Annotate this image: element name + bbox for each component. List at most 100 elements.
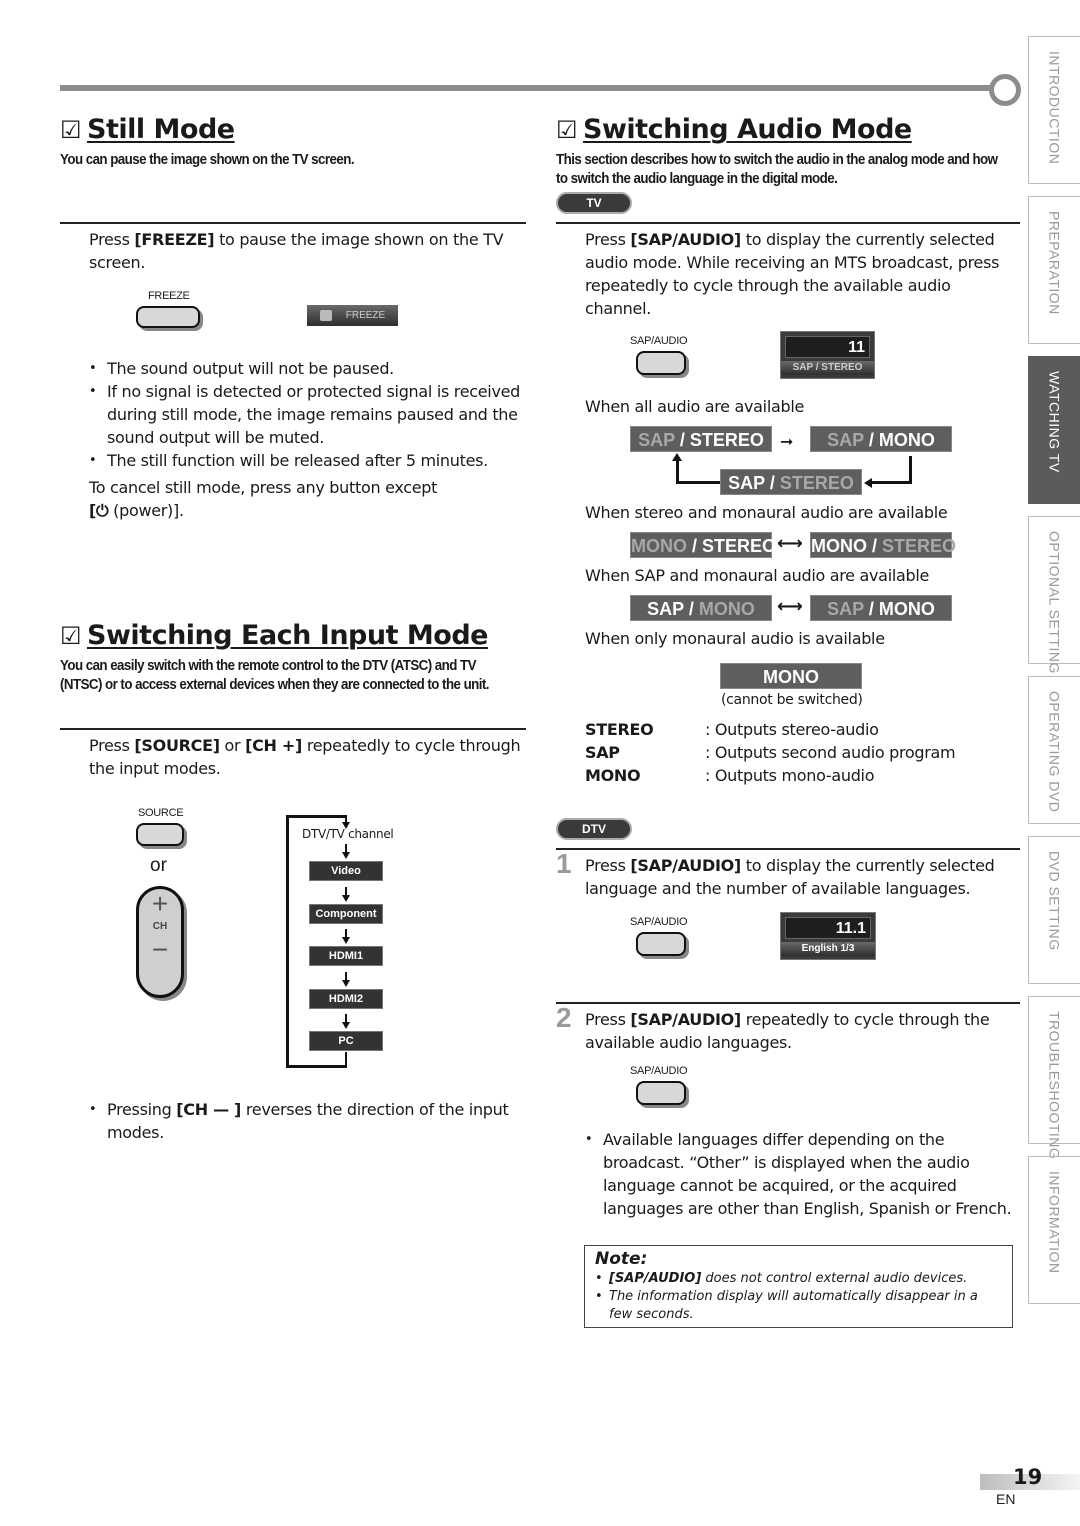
audio-mode-heading: ☑ Switching Audio Mode [556,114,912,145]
cycle-line-left [676,458,720,484]
freeze-button-label: FREEZE [148,290,190,302]
case-mono-only: When only monaural audio is available [585,629,885,648]
source-remote-button[interactable] [136,823,184,846]
list-item: Pressing [CH — ] reverses the direction … [89,1098,529,1144]
flow-step-dtv-tv-channel: DTV/TV channel [302,827,394,841]
arrow-down-icon [342,852,350,859]
source-button-label: SOURCE [138,807,184,819]
dtv-mode-badge: DTV [556,818,632,840]
side-tab-troubleshooting[interactable]: TROUBLESHOOTING [1028,996,1080,1159]
case-sap-mono: When SAP and monaural audio are availabl… [585,566,930,585]
still-mode-subtitle: You can pause the image shown on the TV … [60,152,355,168]
checkbox-icon: ☑ [60,622,82,650]
side-tab-information[interactable]: INFORMATION [1028,1156,1080,1304]
audio-osd: 11 SAP / STEREO [780,331,875,379]
audio-legend: STEREO: Outputs stereo-audio SAP: Output… [585,718,1005,787]
note-item: [SAP/AUDIO] does not control external au… [595,1270,1002,1288]
page-number: 19 [1013,1465,1043,1489]
flow-arrow-stem [345,1052,347,1068]
divider [556,1002,1020,1004]
note-item: The information display will automatical… [595,1288,1002,1324]
flow-step-box: HDMI1 [309,946,383,966]
arrow-down-icon [342,894,350,902]
side-tab-operating-dvd[interactable]: OPERATING DVD [1028,676,1080,824]
side-tab-watching-tv[interactable]: WATCHING TV [1028,356,1080,504]
sap-audio-remote-button[interactable] [636,351,686,375]
divider [60,222,526,224]
pause-icon [319,309,332,321]
channel-rocker-button[interactable]: + CH − [136,886,184,998]
side-tab-optional-setting[interactable]: OPTIONAL SETTING [1028,516,1080,674]
osd-sap-stereo-sap-selected: SAP / STEREO [630,426,772,452]
dtv-notes: Available languages differ depending on … [585,1128,1017,1220]
or-label: or [150,855,167,876]
list-item: Available languages differ depending on … [585,1128,1017,1220]
input-mode-subtitle: You can easily switch with the remote co… [60,658,490,693]
arrow-down-icon [342,937,350,944]
arrow-right-icon: ➞ [780,432,794,451]
step-number-2: 2 [556,1002,572,1033]
header-circle-ornament [989,74,1021,106]
legend-row: MONO: Outputs mono-audio [585,766,875,785]
still-mode-heading: ☑ Still Mode [60,114,235,145]
side-tab-preparation[interactable]: PREPARATION [1028,196,1080,344]
divider [556,222,1020,224]
checkbox-icon: ☑ [556,116,578,144]
sap-audio-button-label: SAP/AUDIO [630,1065,688,1077]
note-list: [SAP/AUDIO] does not control external au… [595,1270,1002,1324]
cycle-line-right [870,456,912,484]
osd-sap-mono-sap-selected: SAP / MONO [630,595,772,621]
side-tab-dvd-setting[interactable]: DVD SETTING [1028,836,1080,984]
osd-sap-mono: SAP / MONO [810,426,952,452]
osd-mono-stereo-mono-selected: MONO / STEREO [810,532,956,558]
dtv-step-1: Press [SAP/AUDIO] to display the current… [585,856,995,898]
still-mode-step: Press [FREEZE] to pause the image shown … [89,230,504,272]
audio-mode-subtitle: This section describes how to switch the… [556,152,998,187]
input-mode-notes: Pressing [CH — ] reverses the direction … [89,1098,529,1144]
osd-sap-stereo-stereo-selected: SAP / STEREO [720,469,862,495]
header-rule [60,85,990,91]
arrow-both-icon: ⟷ [777,533,803,554]
ch-plus-icon[interactable]: + [139,889,181,919]
list-item: The still function will be released afte… [89,449,529,472]
input-mode-step: Press [SOURCE] or [CH +] repeatedly to c… [89,736,521,778]
flow-step-box: PC [309,1031,383,1051]
checkbox-icon: ☑ [60,116,82,144]
freeze-remote-button[interactable] [136,306,200,328]
arrow-up-icon [672,453,682,461]
osd-mono-only: MONO [720,663,862,689]
sap-audio-button-label: SAP/AUDIO [630,916,688,928]
legend-row: STEREO: Outputs stereo-audio [585,720,879,739]
list-item: The sound output will not be paused. [89,357,529,380]
divider [60,728,526,730]
arrow-both-icon: ⟷ [777,596,803,617]
dtv-step-2: Press [SAP/AUDIO] repeatedly to cycle th… [585,1010,990,1052]
ch-minus-icon[interactable]: − [139,935,181,965]
cancel-still-text: To cancel still mode, press any button e… [89,478,438,520]
audio-mode-step: Press [SAP/AUDIO] to display the current… [585,230,1000,318]
side-tab-introduction[interactable]: INTRODUCTION [1028,36,1080,184]
language-osd: 11.1 English 1/3 [780,912,876,960]
list-item: If no signal is detected or protected si… [89,380,529,449]
flow-step-box: Component [309,903,383,924]
sap-audio-remote-button[interactable] [636,1081,686,1105]
arrow-left-icon [864,478,872,488]
note-title: Note: [595,1249,648,1269]
freeze-osd: FREEZE [307,305,398,326]
step-number-1: 1 [556,848,572,879]
still-mode-notes: The sound output will not be paused. If … [89,357,529,472]
legend-row: SAP: Outputs second audio program [585,743,956,762]
note-box: Note: [SAP/AUDIO] does not control exter… [584,1245,1013,1328]
tv-mode-badge: TV [556,192,632,214]
sap-audio-remote-button[interactable] [636,932,686,956]
sap-audio-button-label: SAP/AUDIO [630,335,688,347]
flow-step-box: HDMI2 [309,988,383,1009]
case-all-audio: When all audio are available [585,397,805,416]
arrow-down-icon [342,1022,350,1029]
arrow-down-icon [342,979,350,987]
power-icon: ⏻ [96,501,109,520]
input-mode-heading: ☑ Switching Each Input Mode [60,620,488,651]
divider [556,848,1020,850]
page-language: EN [996,1491,1016,1507]
case-stereo-mono: When stereo and monaural audio are avail… [585,503,948,522]
